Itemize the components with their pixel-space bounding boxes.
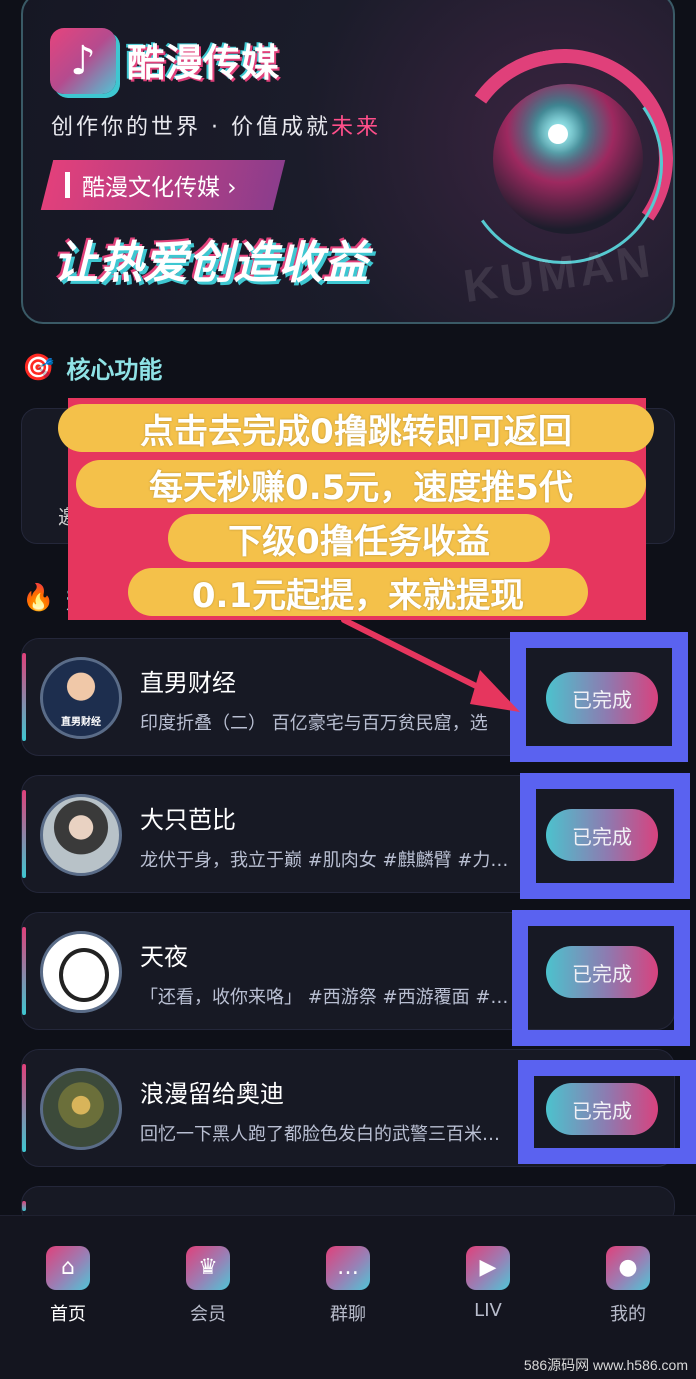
task-accent-bar (22, 1201, 26, 1211)
nav-label: 会员 (190, 1304, 226, 1325)
avatar: 直男财经 (40, 657, 122, 739)
music-note-icon: ♪ (50, 28, 116, 94)
completed-button[interactable]: 已完成 (546, 672, 658, 724)
nav-label: 首页 (50, 1304, 86, 1325)
task-description: 「还看，收你来咯」 #西游祭 #西游覆面 #… (140, 987, 509, 1008)
banner-watermark: KUMAN (460, 233, 657, 313)
promo-line: 每天秒赚0.5元，速度推5代 (76, 460, 646, 508)
task-description: 龙伏于身，我立于巅 #肌肉女 #麒麟臂 #力… (140, 850, 509, 871)
avatar (40, 794, 122, 876)
nav-item-home[interactable]: ⌂ 首页 (18, 1246, 118, 1326)
slogan-main: 创作你的世界 · 价值成就 (51, 115, 331, 140)
task-title: 直男财经 (140, 669, 236, 697)
crown-vip-icon: ♛ (186, 1246, 230, 1290)
promo-overlay: 点击去完成0撸跳转即可返回 每天秒赚0.5元，速度推5代 下级0撸任务收益 0.… (58, 398, 654, 620)
task-item[interactable]: 大只芭比 龙伏于身，我立于巅 #肌肉女 #麒麟臂 #力… 已完成 (21, 775, 675, 893)
slogan-highlight: 未来 (330, 115, 381, 140)
avatar (40, 931, 122, 1013)
nav-item-profile[interactable]: ● 我的 (578, 1246, 678, 1326)
brand-name: 酷漫传媒 (127, 41, 280, 85)
banner-glow-dot (548, 124, 568, 144)
nav-item-vip[interactable]: ♛ 会员 (158, 1246, 258, 1326)
target-icon: 🎯 (22, 352, 55, 383)
fire-icon: 🔥 (22, 582, 55, 613)
promo-line: 下级0撸任务收益 (168, 514, 550, 562)
brand-tag-link[interactable]: 酷漫文化传媒 › (40, 160, 286, 210)
nav-label: 群聊 (330, 1304, 366, 1325)
avatar (40, 1068, 122, 1150)
site-watermark: 586源码网 www.h586.com (523, 1357, 688, 1373)
nav-label: 我的 (610, 1304, 646, 1325)
core-section-title: 核心功能 (66, 356, 163, 384)
brand-slogan: 创作你的世界 · 价值成就未来 (51, 109, 381, 141)
nav-item-group-chat[interactable]: … 群聊 (298, 1246, 398, 1326)
task-item[interactable]: 浪漫留给奥迪 回忆一下黑人跑了都脸色发白的武警三百米… 已完成 (21, 1049, 675, 1167)
banner-headline: 让热爱创造收益 (53, 236, 369, 289)
brand-tag-label: 酷漫文化传媒 › (82, 175, 237, 201)
promo-line: 点击去完成0撸跳转即可返回 (58, 404, 654, 452)
task-description: 回忆一下黑人跑了都脸色发白的武警三百米… (140, 1124, 500, 1145)
task-accent-bar (22, 653, 26, 741)
video-camera-icon: ▶ (466, 1246, 510, 1290)
task-item[interactable]: 天夜 「还看，收你来咯」 #西游祭 #西游覆面 #… 已完成 (21, 912, 675, 1030)
task-title: 大只芭比 (140, 806, 236, 834)
task-accent-bar (22, 1064, 26, 1152)
cartoon-face-graphic (59, 948, 109, 1002)
chat-bubble-icon: … (326, 1246, 370, 1290)
avatar-caption: 直男财经 (61, 717, 101, 728)
completed-button[interactable]: 已完成 (546, 946, 658, 998)
tag-bar-decoration (65, 172, 70, 198)
task-item[interactable]: 直男财经 直男财经 印度折叠（二） 百亿豪宅与百万贫民窟，选 已完成 (21, 638, 675, 756)
bottom-navigation: ⌂ 首页 ♛ 会员 … 群聊 ▶ LIV ● 我的 586源码网 www.h58… (0, 1215, 696, 1379)
nav-item-live[interactable]: ▶ LIV (438, 1246, 538, 1321)
hero-banner[interactable]: KUMAN ♪ 酷漫传媒 创作你的世界 · 价值成就未来 酷漫文化传媒 › 让热… (21, 0, 675, 324)
promo-line: 0.1元起提，来就提现 (128, 568, 588, 616)
nav-label: LIV (474, 1300, 502, 1321)
completed-button[interactable]: 已完成 (546, 1083, 658, 1135)
completed-button[interactable]: 已完成 (546, 809, 658, 861)
task-accent-bar (22, 790, 26, 878)
home-icon: ⌂ (46, 1246, 90, 1290)
task-title: 浪漫留给奥迪 (140, 1080, 284, 1108)
task-description: 印度折叠（二） 百亿豪宅与百万贫民窟，选 (140, 713, 488, 734)
task-title: 天夜 (140, 943, 188, 971)
core-section-header: 🎯 核心功能 (22, 350, 162, 385)
task-accent-bar (22, 927, 26, 1015)
user-icon: ● (606, 1246, 650, 1290)
